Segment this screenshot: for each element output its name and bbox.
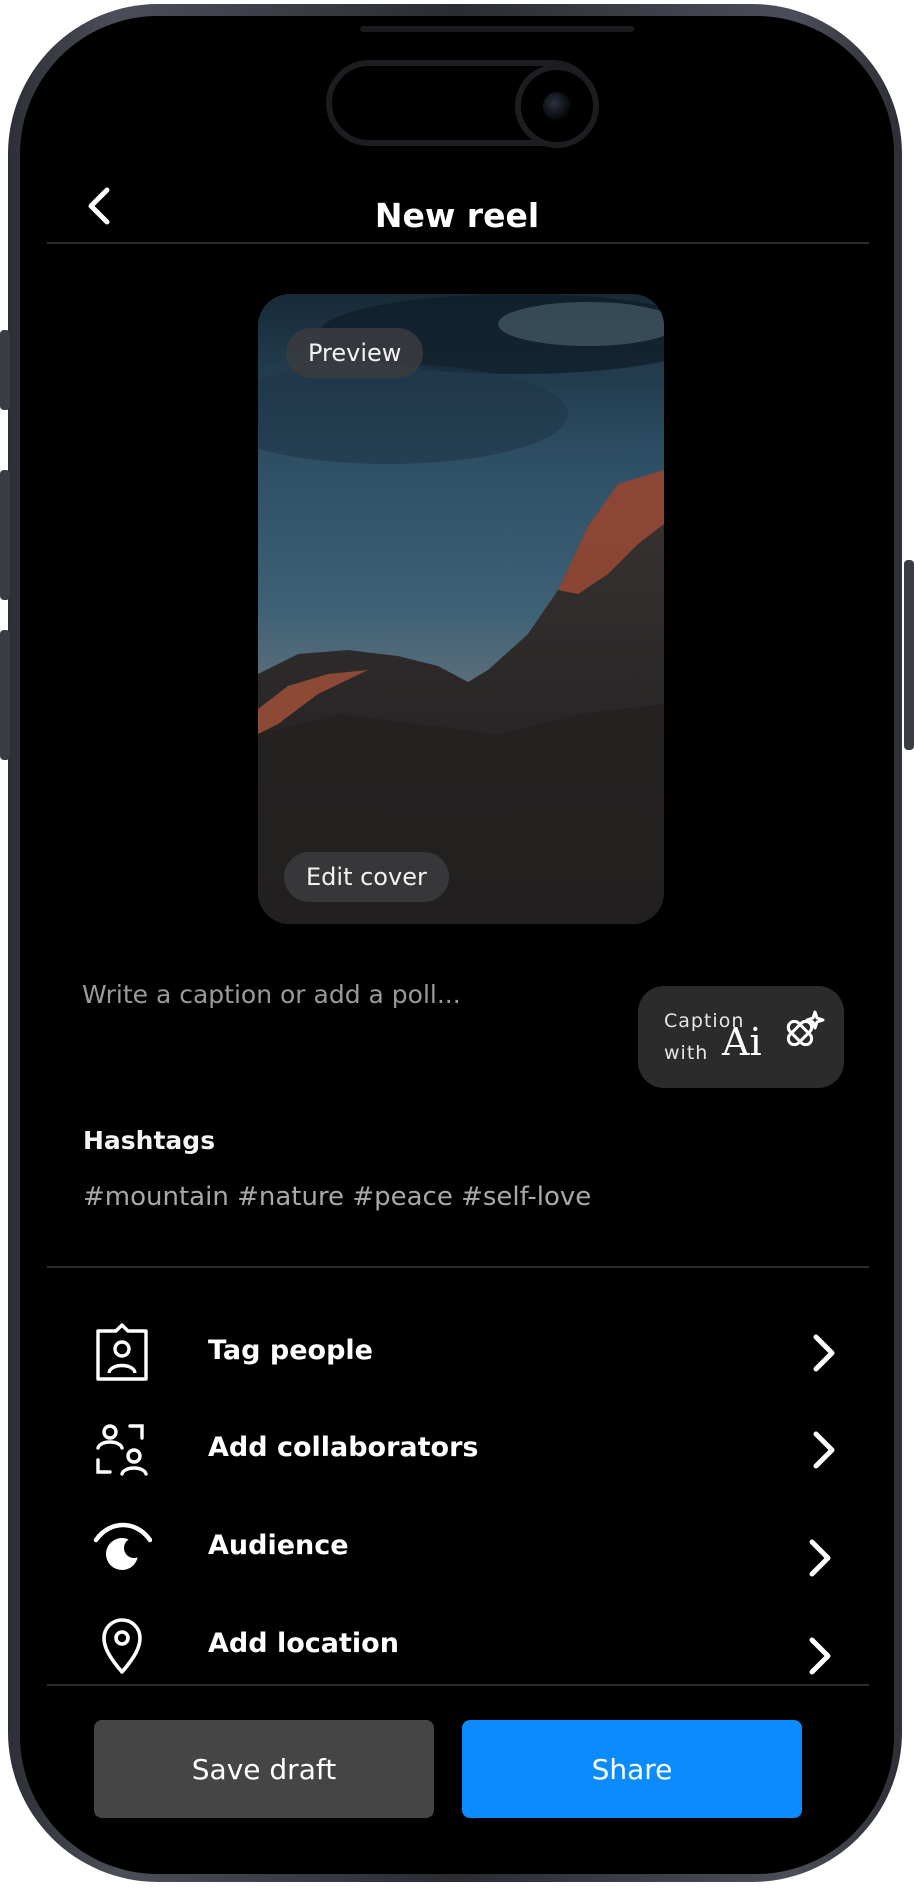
collaborators-icon [96, 1424, 148, 1476]
mountain-scene-image [258, 294, 664, 924]
front-camera [515, 64, 599, 148]
section-divider [47, 1266, 869, 1268]
share-button[interactable]: Share [462, 1720, 802, 1818]
page-title: New reel [374, 196, 540, 235]
preview-badge[interactable]: Preview [286, 328, 424, 378]
footer-divider [47, 1684, 869, 1686]
side-button-volume-down [0, 630, 10, 760]
side-button-action [0, 330, 10, 410]
audience-icon [93, 1522, 152, 1570]
menu-item-add-collaborators[interactable]: Add collaborators [82, 1410, 842, 1490]
header-divider [47, 242, 869, 244]
menu-item-tag-people[interactable]: Tag people [82, 1313, 842, 1393]
location-pin-icon [102, 1618, 142, 1674]
save-draft-button[interactable]: Save draft [94, 1720, 434, 1818]
caption-with-ai-button[interactable]: Caption with Ai [638, 986, 844, 1088]
chevron-right-icon [809, 1539, 831, 1577]
menu-item-label: Add collaborators [208, 1432, 479, 1463]
menu-item-label: Add location [208, 1628, 399, 1659]
hashtags-label: Hashtags [83, 1126, 216, 1155]
reel-preview[interactable]: Preview Edit cover [258, 294, 664, 924]
caption-input[interactable] [82, 980, 602, 1009]
side-button-power [904, 560, 914, 750]
edit-cover-button[interactable]: Edit cover [284, 852, 449, 902]
magic-sparkle-icon [786, 1010, 825, 1047]
menu-item-label: Tag people [208, 1335, 373, 1366]
speaker-grille [360, 26, 634, 32]
ai-button-line2: with [664, 1042, 709, 1064]
menu-item-audience[interactable]: Audience [82, 1508, 842, 1588]
hashtags-value[interactable]: #mountain #nature #peace #self-love [83, 1182, 591, 1212]
chevron-right-icon [813, 1431, 835, 1469]
menu-item-add-location[interactable]: Add location [82, 1606, 842, 1686]
chevron-right-icon [813, 1334, 835, 1372]
chevron-right-icon [809, 1637, 831, 1675]
side-button-volume-up [0, 470, 10, 600]
menu-item-label: Audience [208, 1530, 349, 1561]
phone-screen: New reel Preview Edit cover Write a capt… [20, 16, 894, 1874]
tag-people-icon [96, 1323, 148, 1381]
ai-button-ai: Ai [722, 1020, 762, 1064]
